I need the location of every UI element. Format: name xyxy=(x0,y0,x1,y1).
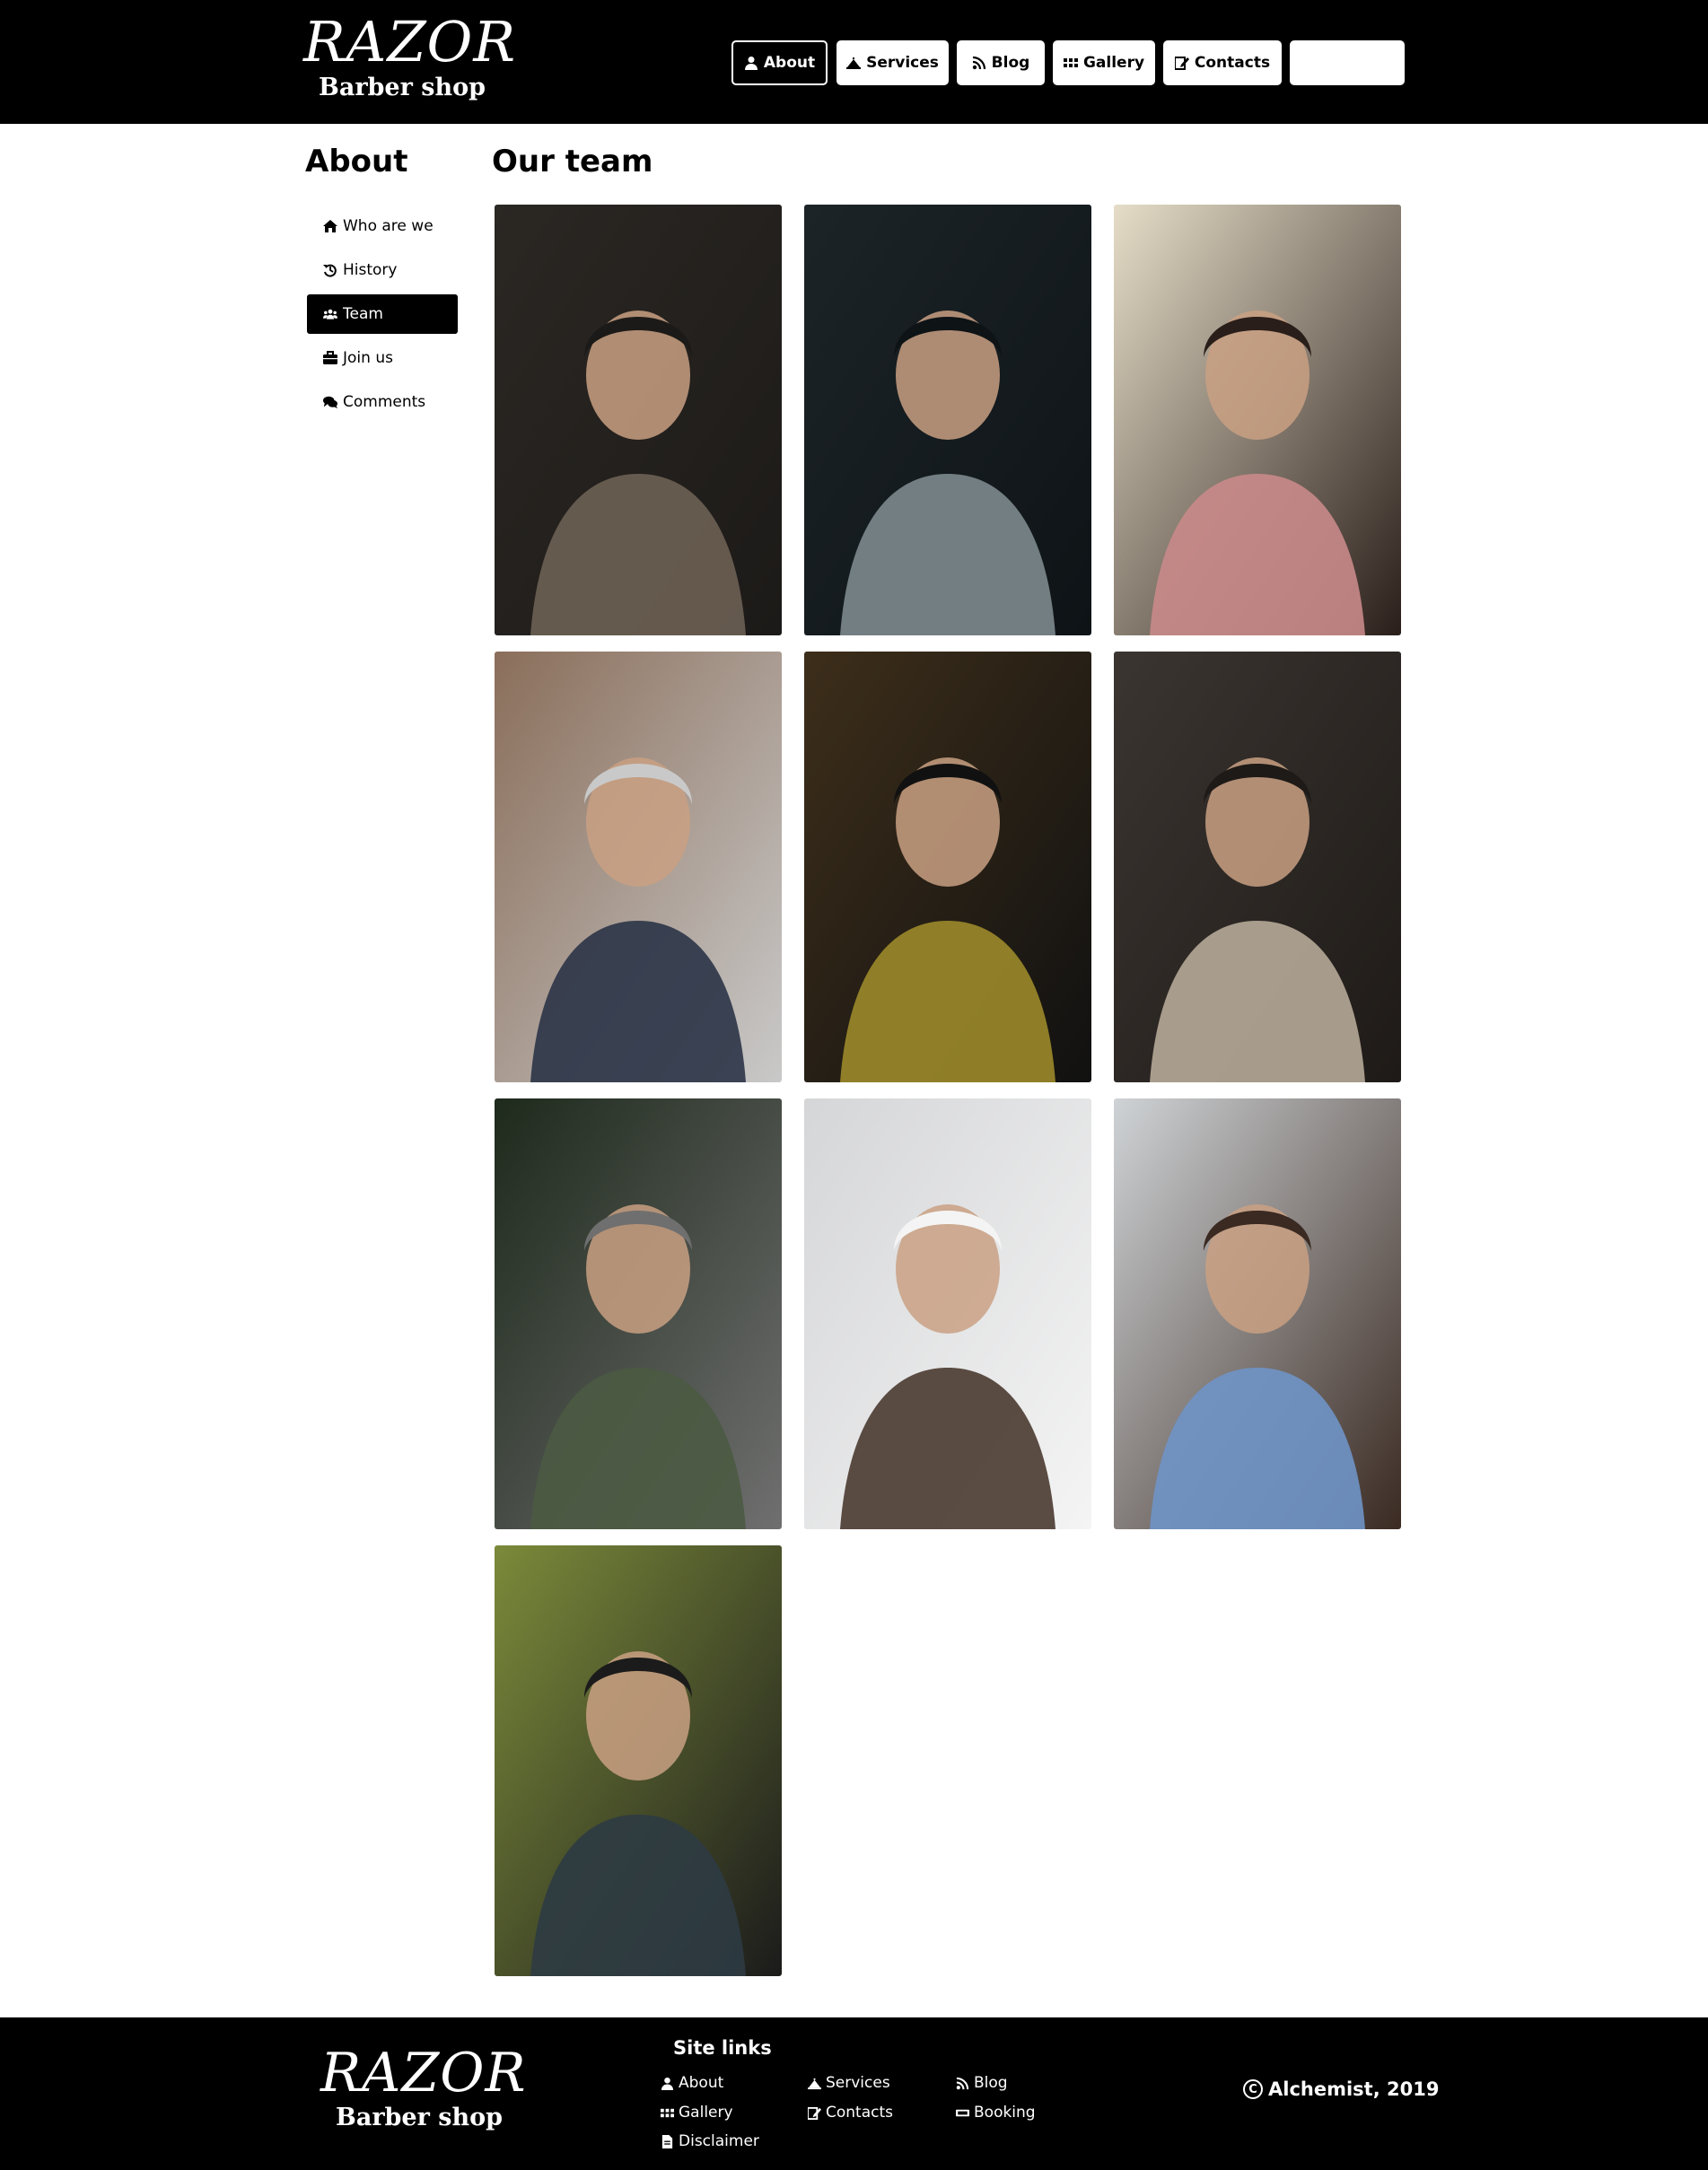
site-links-heading: Site links xyxy=(673,2037,772,2059)
users-icon xyxy=(323,309,337,319)
brand-tagline: Barber shop xyxy=(319,74,486,101)
sidebar-item-comments[interactable]: Comments xyxy=(307,382,458,422)
portrait-image xyxy=(495,652,782,1082)
nav-about-button[interactable]: About xyxy=(731,40,828,85)
brand-name: RAZOR xyxy=(303,9,517,74)
portrait-image xyxy=(1114,1098,1401,1529)
sidebar-item-label: History xyxy=(343,261,398,279)
footer-link-label: Gallery xyxy=(679,2104,733,2122)
brand-tagline: Barber shop xyxy=(336,2104,503,2131)
sidebar-item-label: Team xyxy=(343,305,383,323)
edit-icon xyxy=(808,2106,821,2120)
sidebar-title: About xyxy=(305,144,408,179)
copyright-text: Alchemist, 2019 xyxy=(1268,2078,1440,2100)
comments-icon xyxy=(323,396,337,409)
sidebar-item-join-us[interactable]: Join us xyxy=(307,338,458,378)
bell-icon xyxy=(846,57,862,69)
grid-icon xyxy=(1063,58,1078,67)
sidebar-item-team[interactable]: Team xyxy=(307,294,458,334)
briefcase-icon xyxy=(323,351,337,364)
team-photo-9[interactable] xyxy=(1114,1098,1401,1529)
team-photo-1[interactable] xyxy=(495,205,782,635)
portrait-image xyxy=(495,1098,782,1529)
rss-icon xyxy=(956,2077,969,2089)
home-icon xyxy=(323,220,337,232)
sidebar-item-history[interactable]: History xyxy=(307,250,458,290)
portrait-image xyxy=(1114,205,1401,635)
nav-extra-button[interactable] xyxy=(1290,40,1405,85)
nav-label: Gallery xyxy=(1082,54,1145,72)
brand-name: RAZOR xyxy=(320,2042,527,2104)
footer-link-label: Contacts xyxy=(826,2104,893,2122)
user-icon xyxy=(744,57,758,70)
history-icon xyxy=(323,264,337,277)
sidebar-item-label: Join us xyxy=(343,349,393,367)
page-title: Our team xyxy=(492,144,653,179)
bell-icon xyxy=(808,2078,821,2089)
footer-link-contacts[interactable]: Contacts xyxy=(808,2104,893,2122)
nav-contacts-button[interactable]: Contacts xyxy=(1163,40,1282,85)
nav-services-button[interactable]: Services xyxy=(836,40,949,85)
rss-icon xyxy=(972,56,985,70)
footer-link-label: Blog xyxy=(974,2074,1008,2092)
portrait-image xyxy=(495,1545,782,1976)
portrait-image xyxy=(495,205,782,635)
team-photo-10[interactable] xyxy=(495,1545,782,1976)
sidebar-item-label: Comments xyxy=(343,393,426,411)
copyright: C Alchemist, 2019 xyxy=(1243,2078,1439,2100)
team-photo-6[interactable] xyxy=(1114,652,1401,1082)
footer-link-gallery[interactable]: Gallery xyxy=(661,2104,733,2122)
footer-link-label: Disclaimer xyxy=(679,2132,759,2150)
team-photo-8[interactable] xyxy=(804,1098,1091,1529)
portrait-image xyxy=(804,1098,1091,1529)
team-photo-4[interactable] xyxy=(495,652,782,1082)
footer-link-disclaimer[interactable]: Disclaimer xyxy=(661,2132,759,2150)
footer-link-about[interactable]: About xyxy=(661,2074,723,2092)
sidebar-navigation: Who are we History Team Join us Comments xyxy=(307,206,458,426)
brand-logo[interactable]: RAZOR Barber shop xyxy=(303,9,517,101)
sidebar-item-label: Who are we xyxy=(343,217,434,235)
footer-link-label: Services xyxy=(826,2074,890,2092)
portrait-image xyxy=(804,652,1091,1082)
team-photo-2[interactable] xyxy=(804,205,1091,635)
footer-link-label: Booking xyxy=(974,2104,1036,2122)
footer-link-blog[interactable]: Blog xyxy=(956,2074,1008,2092)
user-icon xyxy=(661,2077,674,2090)
team-photo-3[interactable] xyxy=(1114,205,1401,635)
nav-label: Services xyxy=(866,54,939,72)
footer-link-label: About xyxy=(679,2074,724,2092)
footer-logo[interactable]: RAZOR Barber shop xyxy=(320,2042,527,2131)
site-header: RAZOR Barber shop About Services Blog Ga… xyxy=(0,0,1708,124)
footer-link-services[interactable]: Services xyxy=(808,2074,890,2092)
team-photo-5[interactable] xyxy=(804,652,1091,1082)
team-photo-7[interactable] xyxy=(495,1098,782,1529)
nav-label: Blog xyxy=(991,54,1030,72)
portrait-image xyxy=(804,205,1091,635)
portrait-image xyxy=(1114,652,1401,1082)
site-footer: RAZOR Barber shop Site links About Servi… xyxy=(0,2017,1708,2170)
footer-link-booking[interactable]: Booking xyxy=(956,2104,1036,2122)
sidebar-item-who-are-we[interactable]: Who are we xyxy=(307,206,458,246)
ticket-icon xyxy=(956,2109,969,2116)
nav-gallery-button[interactable]: Gallery xyxy=(1053,40,1155,85)
edit-icon xyxy=(1174,57,1189,70)
grid-icon xyxy=(661,2108,674,2117)
nav-label: Contacts xyxy=(1194,54,1271,72)
copyright-icon: C xyxy=(1243,2079,1263,2099)
document-icon xyxy=(661,2134,673,2148)
nav-blog-button[interactable]: Blog xyxy=(957,40,1045,85)
nav-label: About xyxy=(763,54,816,72)
